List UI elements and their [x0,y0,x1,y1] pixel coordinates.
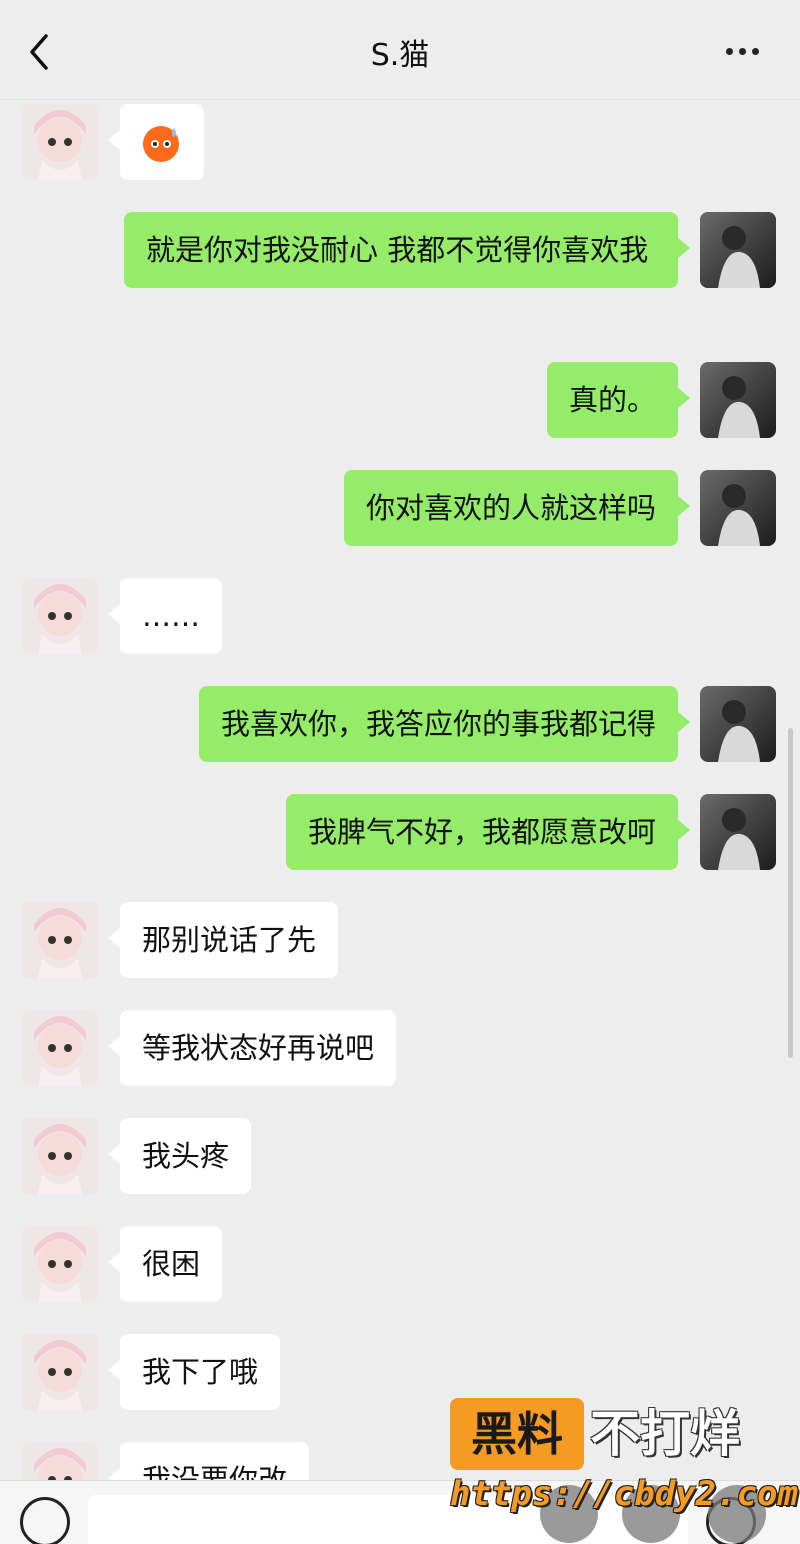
contact-avatar[interactable] [22,104,98,180]
my-avatar[interactable] [700,794,776,870]
watermark-text: 不打烊 [590,1405,740,1463]
message-bubble[interactable]: 我下了哦 [107,1334,281,1410]
contact-avatar[interactable] [22,902,98,978]
my-avatar[interactable] [700,212,776,288]
sweat-face-emoji-icon [143,126,179,162]
message-bubble[interactable]: 我没要你改 [107,1442,310,1480]
contact-avatar[interactable] [22,1010,98,1086]
chat-header: S.猫 [0,0,800,100]
contact-avatar[interactable] [22,578,98,654]
my-avatar[interactable] [700,470,776,546]
message-bubble[interactable]: 很困 [107,1226,223,1302]
contact-avatar[interactable] [22,1442,98,1480]
message-bubble[interactable]: 我头疼 [107,1118,252,1194]
message-bubble[interactable]: 你对喜欢的人就这样吗 [343,470,691,546]
contact-avatar[interactable] [22,1226,98,1302]
message-list[interactable]: 就是你对我没耐心 我都不觉得你喜欢我 真的。 你对喜欢的人就这样吗 …… 我喜欢… [0,100,800,1480]
voice-input-icon[interactable] [20,1497,70,1544]
message-bubble-emoji[interactable] [108,104,204,180]
contact-avatar[interactable] [22,1334,98,1410]
message-bubble[interactable]: 就是你对我没耐心 我都不觉得你喜欢我 [124,212,690,288]
message-bubble[interactable]: 等我状态好再说吧 [107,1010,397,1086]
message-bubble[interactable]: 我喜欢你，我答应你的事我都记得 [198,686,691,762]
my-avatar[interactable] [700,362,776,438]
contact-avatar[interactable] [22,1118,98,1194]
message-bubble[interactable]: 我脾气不好，我都愿意改呵 [285,794,691,870]
more-options-icon[interactable] [726,40,770,60]
chat-scrollbar[interactable] [788,728,793,1058]
watermark-url: https://cbdy2.com [450,1474,798,1514]
watermark: 黑料 不打烊 https://cbdy2.com [450,1398,798,1518]
my-avatar[interactable] [700,686,776,762]
message-bubble[interactable]: 真的。 [546,362,691,438]
watermark-box: 黑料 [450,1398,584,1470]
message-bubble[interactable]: 那别说话了先 [107,902,339,978]
message-bubble[interactable]: …… [108,578,222,654]
chat-title: S.猫 [370,38,430,73]
